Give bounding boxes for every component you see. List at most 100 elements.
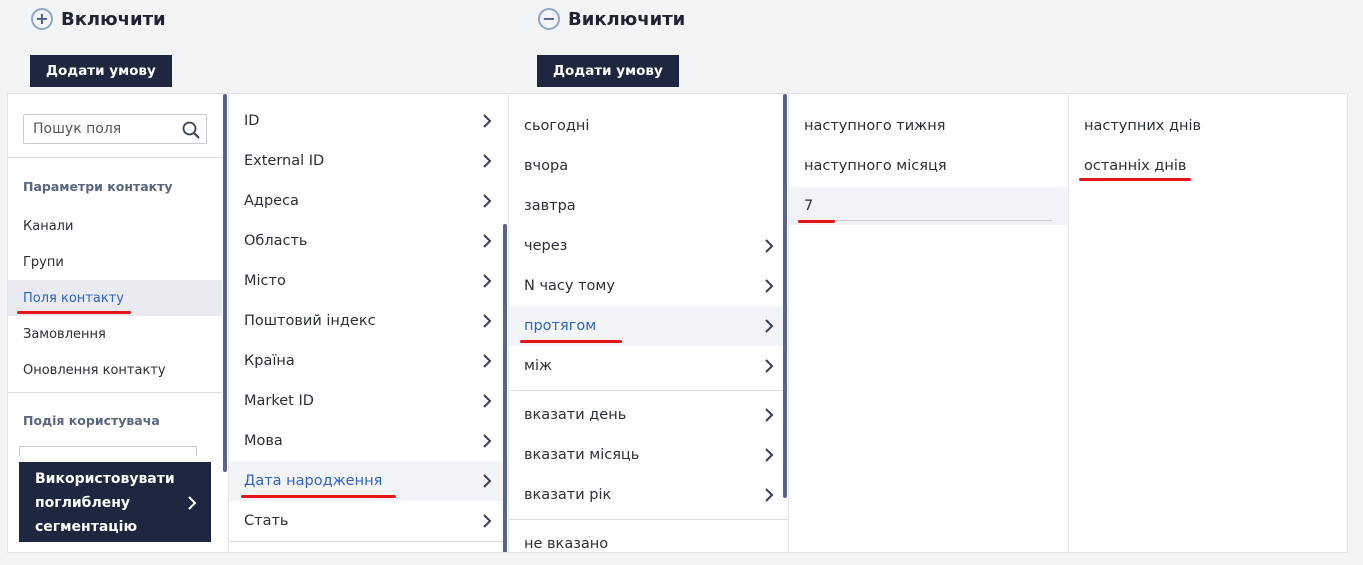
field-category-column: Параметри контакту Канали Групи Поля кон… bbox=[8, 94, 228, 552]
sidebar-item-channels[interactable]: Канали bbox=[8, 208, 222, 244]
field-item-region[interactable]: Область bbox=[229, 221, 508, 261]
sidebar-item-orders[interactable]: Замовлення bbox=[8, 316, 222, 352]
contact-fields-column: ID External ID Адреса Область Місто Пошт… bbox=[228, 94, 508, 552]
condition-item-label: між bbox=[524, 358, 553, 374]
condition-item-not-specified[interactable]: не вказано bbox=[509, 524, 788, 552]
field-item-label: Market ID bbox=[244, 393, 314, 409]
include-add-condition-button[interactable]: Додати умову bbox=[30, 55, 172, 87]
event-select[interactable] bbox=[19, 446, 197, 456]
highlight-underline bbox=[241, 495, 396, 498]
period-column: наступного тижня наступного місяця bbox=[788, 94, 1068, 552]
scrollbar[interactable] bbox=[223, 94, 227, 472]
period-item-next-month[interactable]: наступного місяця bbox=[789, 146, 1068, 186]
include-header: + Включити bbox=[31, 8, 166, 30]
chevron-right-icon bbox=[765, 408, 774, 422]
highlight-underline bbox=[798, 220, 835, 223]
highlight-underline bbox=[520, 340, 622, 343]
field-item-gender[interactable]: Стать bbox=[229, 501, 508, 541]
field-item-label: Адреса bbox=[244, 193, 299, 209]
condition-item-label: протягом bbox=[524, 318, 597, 334]
chevron-right-icon bbox=[765, 279, 774, 293]
search-icon[interactable] bbox=[182, 121, 200, 139]
field-item-label: Область bbox=[244, 233, 308, 249]
range-item-next-days[interactable]: наступних днів bbox=[1069, 106, 1347, 146]
sidebar-item-contact-updates[interactable]: Оновлення контакту bbox=[8, 352, 222, 388]
exclude-title: Виключити bbox=[568, 8, 686, 30]
include-title: Включити bbox=[61, 8, 166, 30]
field-item-label: ID bbox=[244, 113, 260, 129]
chevron-right-icon bbox=[765, 488, 774, 502]
field-item-market-id[interactable]: Market ID bbox=[229, 381, 508, 421]
field-item-label: Стать bbox=[244, 513, 289, 529]
condition-item-yesterday[interactable]: вчора bbox=[509, 146, 788, 186]
field-item-country[interactable]: Країна bbox=[229, 341, 508, 381]
condition-item-specify-month[interactable]: вказати місяць bbox=[509, 435, 788, 475]
condition-item-label: через bbox=[524, 238, 568, 254]
chevron-right-icon bbox=[765, 359, 774, 373]
highlight-underline bbox=[17, 311, 131, 314]
chevron-right-icon bbox=[483, 234, 492, 248]
field-search[interactable] bbox=[23, 114, 207, 144]
exclude-header: − Виключити bbox=[538, 8, 685, 30]
chevron-right-icon bbox=[483, 354, 492, 368]
condition-item-between[interactable]: між bbox=[509, 346, 788, 386]
chevron-right-icon bbox=[483, 514, 492, 528]
field-item-label: Місто bbox=[244, 273, 286, 289]
chevron-right-icon bbox=[483, 154, 492, 168]
scrollbar[interactable] bbox=[783, 94, 787, 498]
chevron-right-icon bbox=[765, 239, 774, 253]
field-item-label: Країна bbox=[244, 353, 295, 369]
chevron-right-icon bbox=[765, 448, 774, 462]
divider bbox=[8, 157, 222, 158]
field-item-address[interactable]: Адреса bbox=[229, 181, 508, 221]
condition-item-specify-day[interactable]: вказати день bbox=[509, 395, 788, 435]
condition-item-today[interactable]: сьогодні bbox=[509, 106, 788, 146]
field-item-label: Дата народження bbox=[244, 473, 383, 489]
field-item-external-id[interactable]: External ID bbox=[229, 141, 508, 181]
chevron-right-icon bbox=[483, 194, 492, 208]
advanced-segmentation-label: Використовувати поглиблену сегментацію bbox=[35, 471, 175, 535]
chevron-right-icon bbox=[483, 274, 492, 288]
chevron-right-icon bbox=[483, 314, 492, 328]
chevron-right-icon bbox=[483, 434, 492, 448]
group-title-contact-params: Параметри контакту bbox=[23, 179, 173, 194]
condition-item-n-time-ago[interactable]: N часу тому bbox=[509, 266, 788, 306]
period-value-input[interactable] bbox=[804, 191, 1052, 221]
condition-item-label: вказати день bbox=[524, 407, 627, 423]
chevron-right-icon bbox=[483, 114, 492, 128]
field-item-label: Мова bbox=[244, 433, 283, 449]
field-item-language[interactable]: Мова bbox=[229, 421, 508, 461]
condition-dropdown: Параметри контакту Канали Групи Поля кон… bbox=[7, 93, 1348, 553]
date-conditions-column: сьогодні вчора завтра через N часу тому … bbox=[508, 94, 788, 552]
divider bbox=[8, 392, 222, 393]
advanced-segmentation-button[interactable]: Використовувати поглиблену сегментацію bbox=[19, 462, 211, 542]
chevron-right-icon bbox=[188, 496, 197, 510]
field-item-label: External ID bbox=[244, 153, 325, 169]
divider bbox=[229, 541, 508, 542]
scrollbar[interactable] bbox=[503, 224, 507, 552]
minus-circle-icon[interactable]: − bbox=[538, 8, 560, 30]
period-item-next-week[interactable]: наступного тижня bbox=[789, 106, 1068, 146]
divider bbox=[509, 390, 788, 391]
chevron-right-icon bbox=[483, 474, 492, 488]
plus-circle-icon[interactable]: + bbox=[31, 8, 53, 30]
chevron-right-icon bbox=[765, 319, 774, 333]
condition-item-in[interactable]: через bbox=[509, 226, 788, 266]
field-item-city[interactable]: Місто bbox=[229, 261, 508, 301]
field-item-id[interactable]: ID bbox=[229, 101, 508, 141]
search-input[interactable] bbox=[33, 121, 181, 137]
condition-item-tomorrow[interactable]: завтра bbox=[509, 186, 788, 226]
sidebar-item-groups[interactable]: Групи bbox=[8, 244, 222, 280]
condition-item-specify-year[interactable]: вказати рік bbox=[509, 475, 788, 515]
group-title-user-event: Подія користувача bbox=[23, 413, 160, 428]
condition-item-label: N часу тому bbox=[524, 278, 615, 294]
chevron-right-icon bbox=[483, 394, 492, 408]
range-column: наступних днів останніх днів bbox=[1068, 94, 1347, 552]
field-item-postal-code[interactable]: Поштовий індекс bbox=[229, 301, 508, 341]
condition-item-label: вказати рік bbox=[524, 487, 612, 503]
exclude-add-condition-button[interactable]: Додати умову bbox=[537, 55, 679, 87]
highlight-underline bbox=[1079, 178, 1191, 181]
condition-item-label: вказати місяць bbox=[524, 447, 640, 463]
divider bbox=[509, 519, 788, 520]
field-item-label: Поштовий індекс bbox=[244, 313, 376, 329]
